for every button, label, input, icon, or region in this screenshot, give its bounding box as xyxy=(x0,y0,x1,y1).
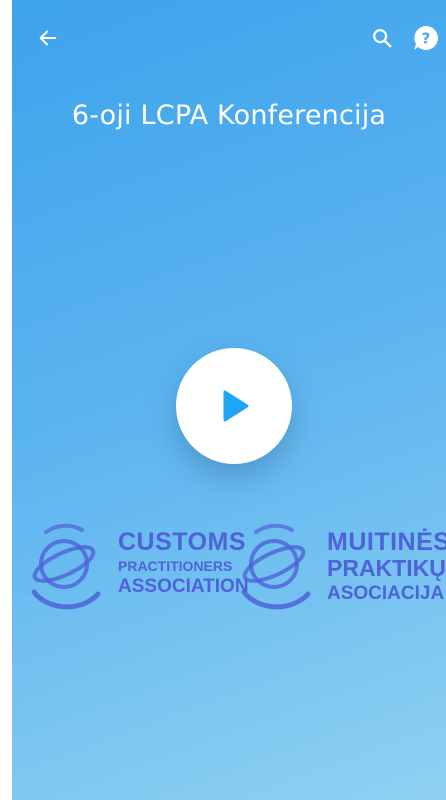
video-screen: ? 6-oji LCPA Konferencija CUSTOMS PRACTI… xyxy=(12,0,446,800)
globe-emblem-icon xyxy=(241,523,311,610)
question-bubble-icon: ? xyxy=(414,26,438,50)
logo-line-1: MUITINĖS xyxy=(327,528,446,556)
top-bar: ? xyxy=(12,0,446,78)
svg-text:?: ? xyxy=(422,30,431,48)
search-icon xyxy=(373,29,392,48)
customs-practitioners-association-logo: CUSTOMS PRACTITIONERS ASSOCIATION xyxy=(22,520,249,610)
logo-line-2: PRACTITIONERS xyxy=(118,558,233,574)
page-title: 6-oji LCPA Konferencija xyxy=(71,100,387,131)
logo-line-1: CUSTOMS xyxy=(118,528,247,556)
logo-line-2: PRAKTIKŲ xyxy=(327,555,446,581)
logo-line-3: ASSOCIATION xyxy=(118,576,249,597)
arrow-left-icon xyxy=(39,30,57,46)
search-button[interactable] xyxy=(366,22,398,54)
back-button[interactable] xyxy=(32,22,64,54)
globe-emblem-icon xyxy=(31,523,101,610)
play-button[interactable] xyxy=(176,348,292,464)
logo-line-3: ASOCIACIJA xyxy=(327,583,445,604)
muitines-praktiku-asociacija-logo: MUITINĖS PRAKTIKŲ ASOCIACIJA xyxy=(232,520,446,610)
help-button[interactable]: ? xyxy=(410,22,442,54)
play-icon xyxy=(223,390,249,422)
